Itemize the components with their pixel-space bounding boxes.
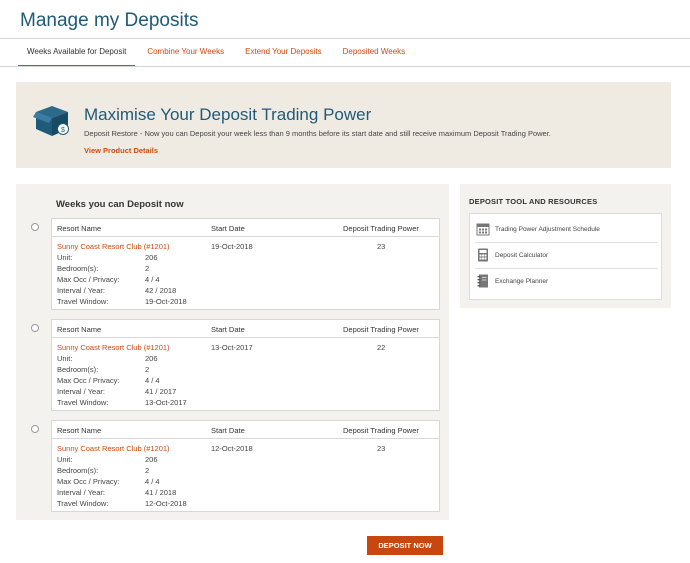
header-resort-name: Resort Name (57, 426, 102, 435)
resources-panel: DEPOSIT TOOL AND RESOURCES Trading Power… (460, 184, 671, 308)
header-start-date: Start Date (211, 426, 245, 435)
unit-label: Unit: (57, 455, 73, 464)
travel-window-value: 12-Oct-2018 (145, 499, 187, 508)
resources-heading: DEPOSIT TOOL AND RESOURCES (469, 197, 598, 206)
travel-window-value: 19-Oct-2018 (145, 297, 187, 306)
max-occ-label: Max Occ / Privacy: (57, 477, 120, 486)
tab-weeks-available[interactable]: Weeks Available for Deposit (18, 39, 136, 67)
interval-label: Interval / Year: (57, 286, 105, 295)
header-start-date: Start Date (211, 224, 245, 233)
resources-list: Trading Power Adjustment Schedule Deposi… (469, 213, 662, 300)
tab-extend-deposits[interactable]: Extend Your Deposits (236, 39, 331, 67)
max-occ-label: Max Occ / Privacy: (57, 275, 120, 284)
start-date: 12-Oct-2018 (211, 444, 253, 453)
weeks-heading: Weeks you can Deposit now (56, 199, 184, 210)
header-trading-power: Deposit Trading Power (343, 325, 419, 334)
max-occ-value: 4 / 4 (145, 275, 160, 284)
bedrooms-label: Bedroom(s): (57, 466, 99, 475)
start-date: 19-Oct-2018 (211, 242, 253, 251)
resort-name: Sunny Coast Resort Club (#1201) (57, 444, 170, 453)
max-occ-label: Max Occ / Privacy: (57, 376, 120, 385)
unit-value: 206 (145, 455, 158, 464)
trading-power-value: 23 (377, 444, 386, 453)
resort-name: Sunny Coast Resort Club (#1201) (57, 242, 170, 251)
weeks-panel: Weeks you can Deposit now Resort Name St… (16, 184, 449, 520)
interval-label: Interval / Year: (57, 488, 105, 497)
unit-label: Unit: (57, 354, 73, 363)
travel-window-value: 13-Oct-2017 (145, 398, 187, 407)
header-resort-name: Resort Name (57, 325, 102, 334)
unit-label: Unit: (57, 253, 73, 262)
deposit-tabs: Weeks Available for Deposit Combine Your… (18, 39, 417, 67)
bedrooms-value: 2 (145, 466, 150, 475)
promo-banner: $ Maximise Your Deposit Trading Power De… (16, 82, 671, 168)
week-select-radio[interactable] (31, 223, 39, 231)
bedrooms-label: Bedroom(s): (57, 264, 99, 273)
start-date: 13-Oct-2017 (211, 343, 253, 352)
deposit-now-button[interactable]: DEPOSIT NOW (367, 536, 443, 555)
resource-label: Exchange Planner (495, 278, 549, 285)
week-card: Resort Name Start Date Deposit Trading P… (51, 319, 440, 411)
interval-label: Interval / Year: (57, 387, 105, 396)
header-start-date: Start Date (211, 325, 245, 334)
notebook-icon (477, 274, 488, 288)
trading-power-value: 23 (377, 242, 386, 251)
resource-exchange-planner[interactable]: Exchange Planner (470, 269, 661, 294)
interval-value: 41 / 2017 (145, 387, 177, 396)
calendar-icon (476, 223, 490, 236)
bedrooms-label: Bedroom(s): (57, 365, 99, 374)
bedrooms-value: 2 (145, 264, 150, 273)
week-select-radio[interactable] (31, 425, 39, 433)
resource-label: Deposit Calculator (495, 252, 549, 259)
promo-description: Deposit Restore - Now you can Deposit yo… (84, 129, 551, 138)
week-card-header: Resort Name Start Date Deposit Trading P… (52, 421, 439, 439)
max-occ-value: 4 / 4 (145, 477, 160, 486)
view-product-details-link[interactable]: View Product Details (84, 146, 158, 155)
tab-deposited-weeks[interactable]: Deposited Weeks (334, 39, 415, 67)
box-icon: $ (33, 106, 69, 136)
trading-power-value: 22 (377, 343, 386, 352)
unit-value: 206 (145, 354, 158, 363)
page-title: Manage my Deposits (20, 10, 199, 31)
interval-value: 41 / 2018 (145, 488, 177, 497)
tab-combine-weeks[interactable]: Combine Your Weeks (138, 39, 233, 67)
header-trading-power: Deposit Trading Power (343, 426, 419, 435)
tabs-divider (0, 66, 690, 67)
week-card: Resort Name Start Date Deposit Trading P… (51, 420, 440, 512)
header-trading-power: Deposit Trading Power (343, 224, 419, 233)
week-card-header: Resort Name Start Date Deposit Trading P… (52, 320, 439, 338)
calculator-icon (478, 248, 488, 262)
header-resort-name: Resort Name (57, 224, 102, 233)
svg-text:$: $ (61, 127, 65, 134)
unit-value: 206 (145, 253, 158, 262)
bedrooms-value: 2 (145, 365, 150, 374)
week-card-header: Resort Name Start Date Deposit Trading P… (52, 219, 439, 237)
interval-value: 42 / 2018 (145, 286, 177, 295)
resource-trading-power-schedule[interactable]: Trading Power Adjustment Schedule (470, 217, 661, 242)
resource-deposit-calculator[interactable]: Deposit Calculator (470, 243, 661, 268)
travel-window-label: Travel Window: (57, 398, 109, 407)
promo-title: Maximise Your Deposit Trading Power (84, 105, 372, 124)
week-card: Resort Name Start Date Deposit Trading P… (51, 218, 440, 310)
max-occ-value: 4 / 4 (145, 376, 160, 385)
resource-label: Trading Power Adjustment Schedule (495, 226, 600, 233)
travel-window-label: Travel Window: (57, 297, 109, 306)
resort-name: Sunny Coast Resort Club (#1201) (57, 343, 170, 352)
travel-window-label: Travel Window: (57, 499, 109, 508)
week-select-radio[interactable] (31, 324, 39, 332)
